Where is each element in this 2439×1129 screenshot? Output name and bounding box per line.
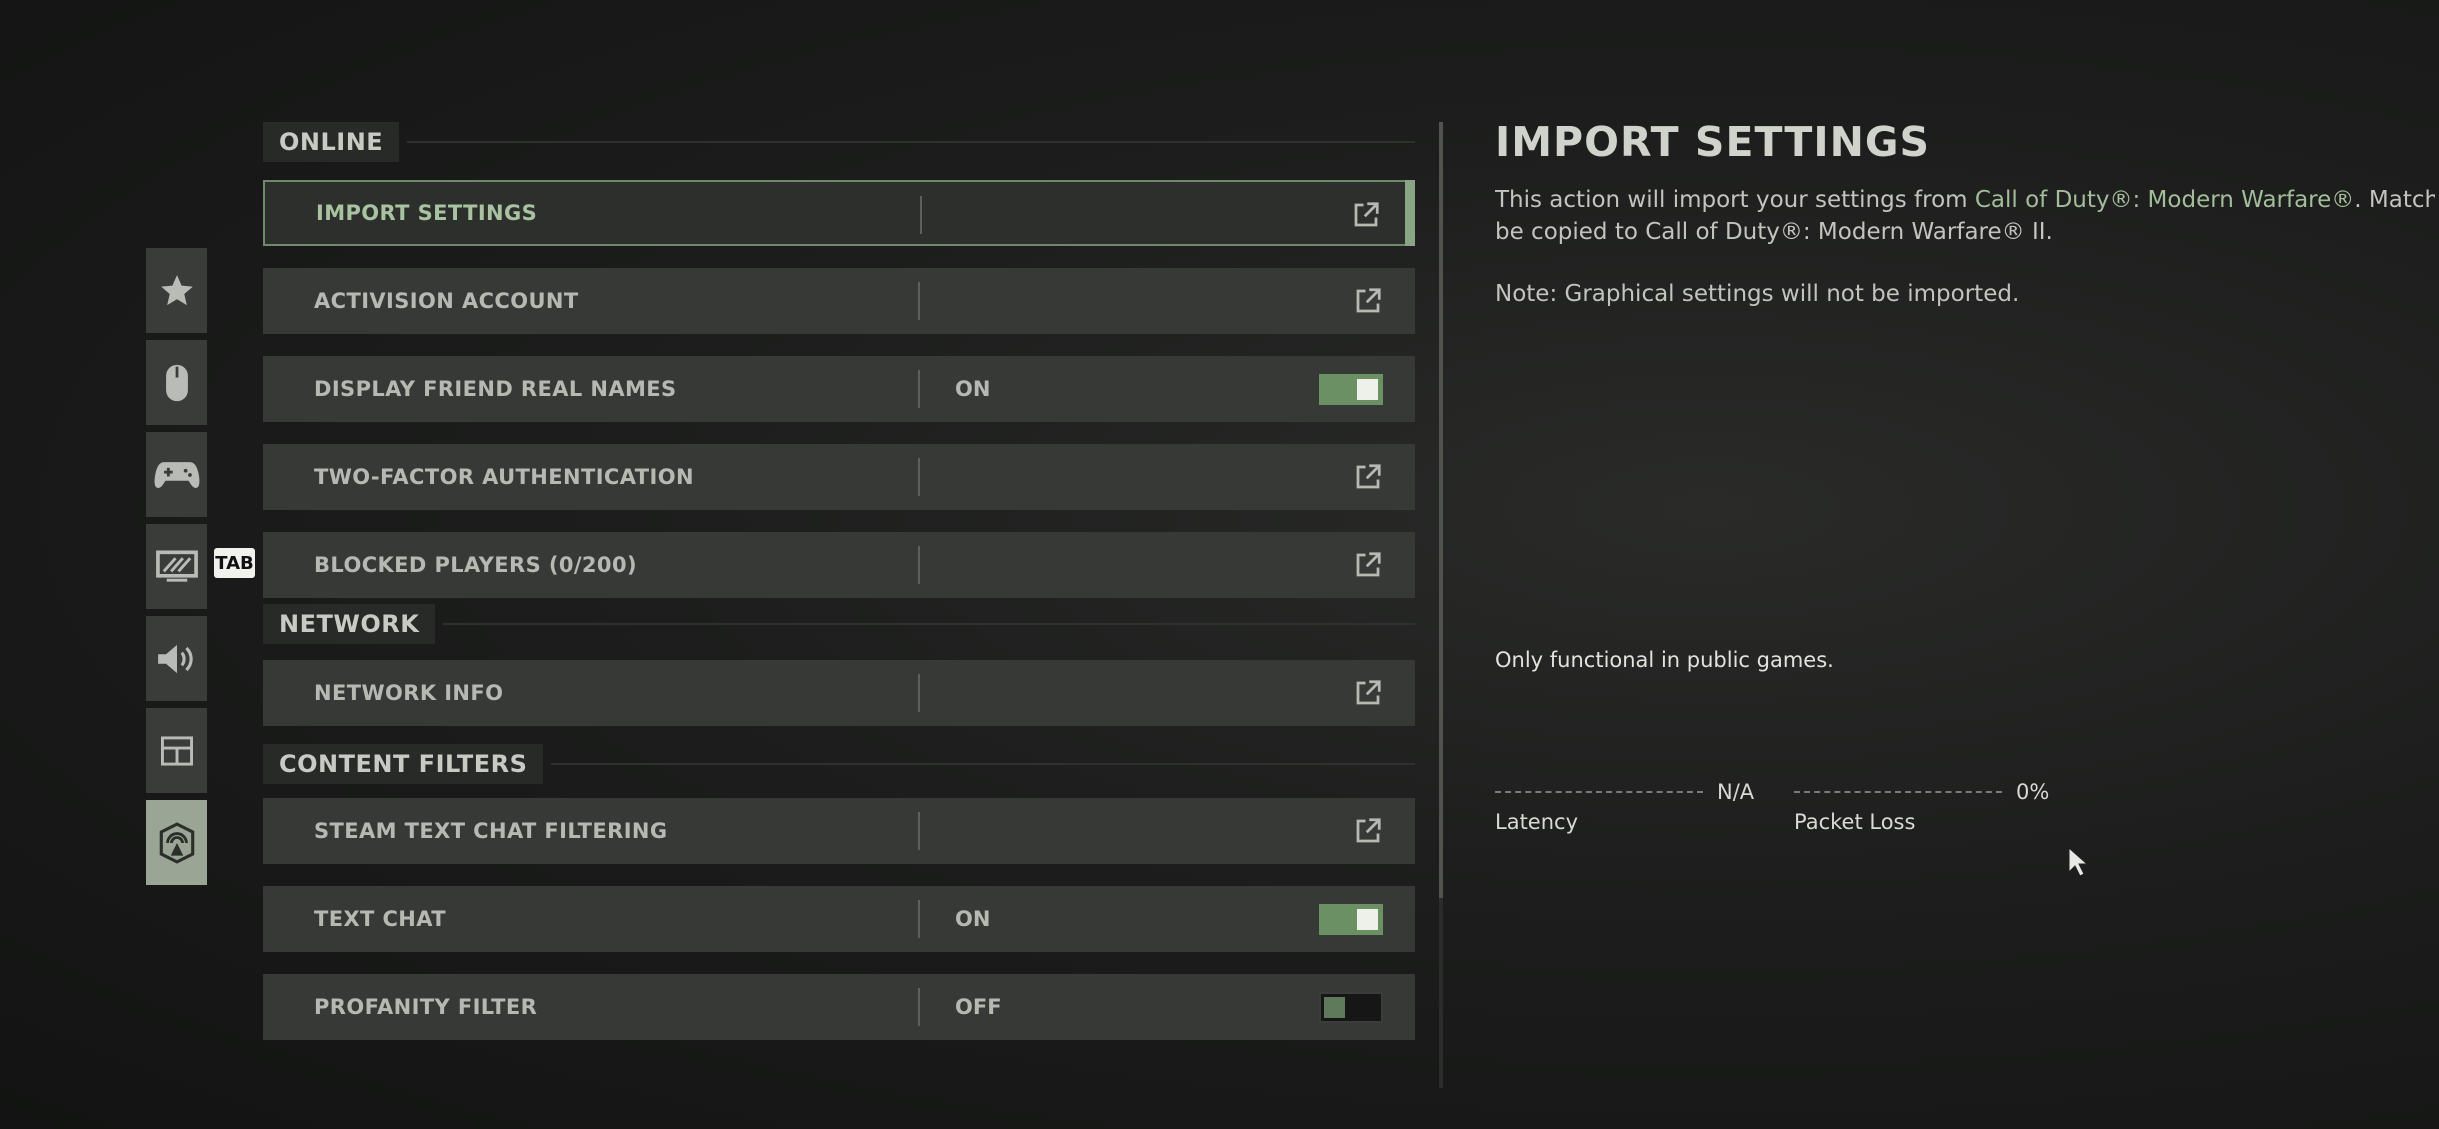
- desc-game-title: Call of Duty®: Modern Warfare®: [1974, 187, 2355, 213]
- info-title: IMPORT SETTINGS: [1495, 118, 1931, 166]
- desc-text: . Matching: [2354, 187, 2435, 213]
- desc-text: be copied to Call of Duty®: Modern Warfa…: [1495, 219, 2053, 245]
- sidebar-item-controller[interactable]: [146, 432, 207, 517]
- section-online: ONLINE: [263, 122, 1415, 162]
- row-label: DISPLAY FRIEND REAL NAMES: [314, 377, 677, 401]
- toggle-knob: [1357, 379, 1378, 400]
- row-blocked-players[interactable]: BLOCKED PLAYERS (0/200): [263, 532, 1415, 598]
- sidebar-item-mouse[interactable]: [146, 340, 207, 425]
- section-content-filters: CONTENT FILTERS: [263, 744, 1415, 784]
- section-divider: [443, 623, 1415, 625]
- section-divider: [551, 763, 1415, 765]
- row-divider: [918, 812, 920, 850]
- row-label: ACTIVISION ACCOUNT: [314, 289, 579, 313]
- star-icon: [160, 274, 193, 305]
- interface-icon: [160, 735, 193, 766]
- scrollbar-thumb[interactable]: [1439, 122, 1443, 898]
- sidebar-item-favorites[interactable]: [146, 248, 207, 333]
- section-title: CONTENT FILTERS: [263, 744, 544, 784]
- external-link-icon: [1356, 680, 1381, 705]
- toggle-knob: [1357, 909, 1378, 930]
- external-link-icon: [1356, 464, 1381, 489]
- row-display-friend-real-names[interactable]: DISPLAY FRIEND REAL NAMES ON: [263, 356, 1415, 422]
- row-label: IMPORT SETTINGS: [316, 201, 538, 225]
- row-label: TWO-FACTOR AUTHENTICATION: [314, 465, 694, 489]
- row-label: STEAM TEXT CHAT FILTERING: [314, 819, 668, 843]
- packet-loss-label: Packet Loss: [1794, 810, 1916, 834]
- row-text-chat[interactable]: TEXT CHAT ON: [263, 886, 1415, 952]
- row-label: BLOCKED PLAYERS (0/200): [314, 553, 637, 577]
- row-divider: [918, 282, 920, 320]
- packet-loss-value: 0%: [2016, 780, 2050, 804]
- external-link-icon: [1356, 818, 1381, 843]
- sidebar-item-audio[interactable]: [146, 616, 207, 701]
- display-icon: [155, 549, 198, 582]
- row-value: ON: [955, 907, 991, 931]
- latency-label: Latency: [1495, 810, 1579, 834]
- row-divider: [918, 988, 920, 1026]
- dashed-line: [1495, 791, 1703, 793]
- public-games-note: Only functional in public games.: [1495, 648, 1834, 672]
- sidebar-item-graphics[interactable]: [146, 524, 207, 609]
- external-link-icon: [1356, 288, 1381, 313]
- row-divider: [918, 546, 920, 584]
- speaker-icon: [157, 644, 193, 673]
- row-profanity-filter[interactable]: PROFANITY FILTER OFF: [263, 974, 1415, 1040]
- row-network-info[interactable]: NETWORK INFO: [263, 660, 1415, 726]
- network-icon: [159, 821, 194, 864]
- section-title: ONLINE: [263, 122, 400, 162]
- toggle-switch[interactable]: [1319, 992, 1383, 1023]
- toggle-switch[interactable]: [1319, 374, 1383, 405]
- toggle-knob: [1324, 997, 1345, 1018]
- external-link-icon: [1354, 202, 1379, 227]
- section-divider: [407, 141, 1415, 143]
- sidebar-item-interface[interactable]: [146, 708, 207, 793]
- row-divider: [918, 370, 920, 408]
- row-two-factor-authentication[interactable]: TWO-FACTOR AUTHENTICATION: [263, 444, 1415, 510]
- info-description: This action will import your settings fr…: [1495, 184, 2435, 248]
- external-link-icon: [1356, 552, 1381, 577]
- row-divider: [920, 196, 922, 234]
- packet-loss-stat: 0% Packet Loss: [1794, 780, 2049, 834]
- row-label: TEXT CHAT: [314, 907, 447, 931]
- latency-stat: N/A Latency: [1495, 780, 1754, 834]
- row-divider: [918, 900, 920, 938]
- row-label: NETWORK INFO: [314, 681, 504, 705]
- row-value: OFF: [955, 995, 1002, 1019]
- row-label: PROFANITY FILTER: [314, 995, 538, 1019]
- section-title: NETWORK: [263, 604, 436, 644]
- row-steam-text-chat-filtering[interactable]: STEAM TEXT CHAT FILTERING: [263, 798, 1415, 864]
- toggle-switch[interactable]: [1319, 904, 1383, 935]
- row-import-settings[interactable]: IMPORT SETTINGS: [263, 180, 1415, 246]
- row-value: ON: [955, 377, 991, 401]
- mouse-icon: [165, 364, 188, 401]
- info-note: Note: Graphical settings will not be imp…: [1495, 281, 2020, 307]
- row-activision-account[interactable]: ACTIVISION ACCOUNT: [263, 268, 1415, 334]
- sidebar-item-account-network[interactable]: [146, 800, 207, 885]
- gamepad-icon: [154, 461, 199, 488]
- dashed-line: [1794, 791, 2002, 793]
- desc-text: This action will import your settings fr…: [1495, 187, 1975, 213]
- mouse-cursor-icon: [2068, 846, 2089, 877]
- section-network: NETWORK: [263, 604, 1415, 644]
- category-sidebar: [146, 248, 207, 892]
- row-divider: [918, 674, 920, 712]
- latency-value: N/A: [1717, 780, 1755, 804]
- row-divider: [918, 458, 920, 496]
- info-panel: IMPORT SETTINGS This action will import …: [1495, 112, 2435, 310]
- tab-key-hint: TAB: [214, 548, 255, 578]
- settings-list: ONLINE IMPORT SETTINGS ACTIVISION ACCOUN…: [263, 122, 1415, 1040]
